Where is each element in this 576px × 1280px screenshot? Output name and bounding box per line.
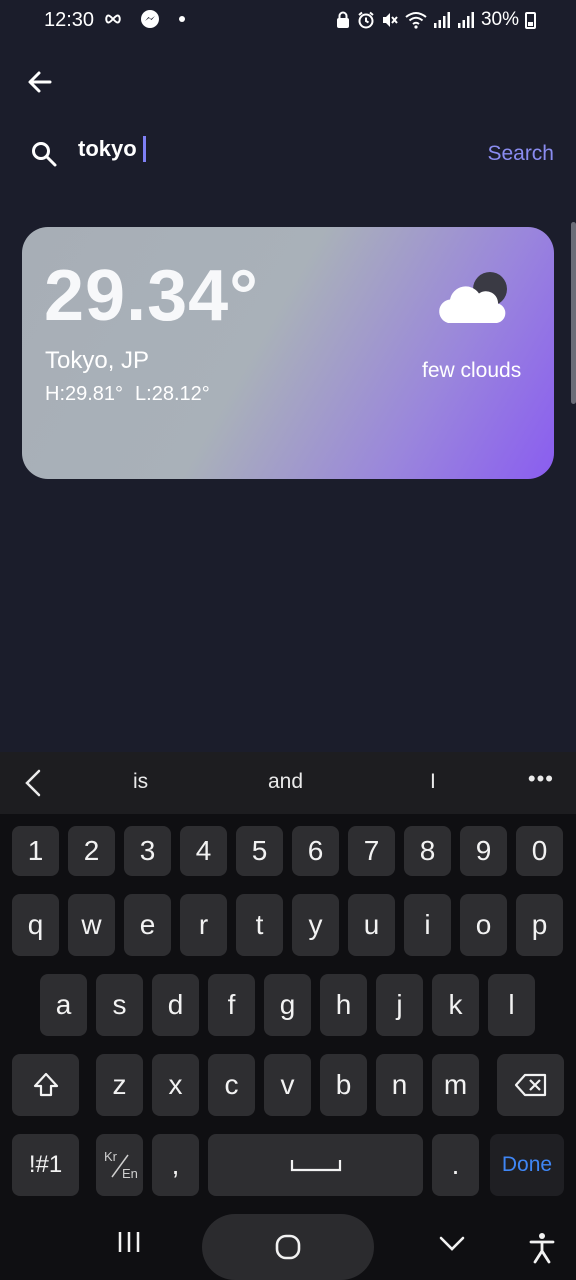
key-7[interactable]: 7 [348,826,395,876]
key-8[interactable]: 8 [404,826,451,876]
status-bar: 12:30 30% [0,0,576,44]
language-switch-icon: Kr En [104,1149,138,1181]
weather-app-screen: 12:30 30% tokyo Search 29.34° Tokyo, JP … [0,0,576,1280]
key-d[interactable]: d [152,974,199,1036]
key-3[interactable]: 3 [124,826,171,876]
lock-icon [335,11,351,29]
language-en-label: En [122,1166,138,1181]
recent-apps-icon[interactable] [116,1230,142,1254]
status-system-icons: 30% [335,9,536,31]
key-a[interactable]: a [40,974,87,1036]
key-q[interactable]: q [12,894,59,956]
key-4[interactable]: 4 [180,826,227,876]
key-h[interactable]: h [320,974,367,1036]
key-p[interactable]: p [516,894,563,956]
infinity-icon [104,13,122,25]
chevron-left-icon[interactable] [22,768,44,803]
key-s[interactable]: s [96,974,143,1036]
battery-icon [525,11,536,29]
home-icon [275,1234,301,1260]
high-low-temps: H:29.81° L:28.12° [45,383,210,406]
suggestion-3[interactable]: I [430,770,436,794]
status-notification-icons [104,9,186,29]
key-6[interactable]: 6 [292,826,339,876]
key-i[interactable]: i [404,894,451,956]
low-temp: L:28.12° [135,383,210,405]
key-1[interactable]: 1 [12,826,59,876]
location-name: Tokyo, JP [45,347,150,374]
messenger-icon [140,9,160,29]
key-c[interactable]: c [208,1054,255,1116]
backspace-key[interactable] [497,1054,564,1116]
key-e[interactable]: e [124,894,171,956]
key-k[interactable]: k [432,974,479,1036]
weather-card[interactable]: 29.34° Tokyo, JP H:29.81° L:28.12° few c… [22,227,554,479]
arrow-left-icon [28,71,52,93]
back-button[interactable] [22,64,58,100]
accessibility-icon[interactable] [528,1232,556,1264]
key-r[interactable]: r [180,894,227,956]
language-kr-label: Kr [104,1149,118,1164]
search-input[interactable]: tokyo [78,136,146,162]
navigation-bar [0,1210,576,1280]
key-v[interactable]: v [264,1054,311,1116]
key-5[interactable]: 5 [236,826,283,876]
space-icon [290,1160,341,1172]
key-x[interactable]: x [152,1054,199,1116]
high-temp: H:29.81° [45,383,124,405]
key-m[interactable]: m [432,1054,479,1116]
comma-key[interactable]: , [152,1134,199,1196]
key-2[interactable]: 2 [68,826,115,876]
shift-key[interactable] [12,1054,79,1116]
search-query-text: tokyo [78,136,137,161]
signal-icon [433,11,451,29]
symbols-key[interactable]: !#1 [12,1134,79,1196]
key-g[interactable]: g [264,974,311,1036]
key-0[interactable]: 0 [516,826,563,876]
home-button[interactable] [202,1214,374,1280]
alarm-icon [357,11,375,29]
key-o[interactable]: o [460,894,507,956]
chevron-down-icon[interactable] [438,1234,466,1254]
more-options-icon[interactable]: ••• [528,766,554,792]
status-time: 12:30 [44,9,95,31]
space-key[interactable] [208,1134,423,1196]
language-switch-key[interactable]: Kr En [96,1134,143,1196]
signal-icon [457,11,475,29]
wifi-icon [405,11,427,29]
search-button[interactable]: Search [487,142,554,166]
suggestion-2[interactable]: and [268,770,303,794]
search-bar: tokyo Search [28,130,558,176]
key-n[interactable]: n [376,1054,423,1116]
shift-icon [33,1072,58,1097]
backspace-icon [514,1073,546,1097]
key-z[interactable]: z [96,1054,143,1116]
key-j[interactable]: j [376,974,423,1036]
suggestion-bar: is and I ••• [0,752,576,814]
key-b[interactable]: b [320,1054,367,1116]
text-cursor [142,136,146,162]
key-u[interactable]: u [348,894,395,956]
few-clouds-icon [434,267,516,334]
period-key[interactable]: . [432,1134,479,1196]
key-w[interactable]: w [68,894,115,956]
mute-icon [381,11,399,29]
key-t[interactable]: t [236,894,283,956]
key-y[interactable]: y [292,894,339,956]
dot-icon [178,15,186,23]
scrollbar[interactable] [571,222,576,404]
key-l[interactable]: l [488,974,535,1036]
key-f[interactable]: f [208,974,255,1036]
done-key[interactable]: Done [490,1134,564,1196]
temperature: 29.34° [44,256,259,336]
search-icon [30,140,58,173]
key-9[interactable]: 9 [460,826,507,876]
suggestion-1[interactable]: is [133,770,148,794]
weather-condition: few clouds [422,359,522,382]
battery-percent: 30% [480,9,519,30]
